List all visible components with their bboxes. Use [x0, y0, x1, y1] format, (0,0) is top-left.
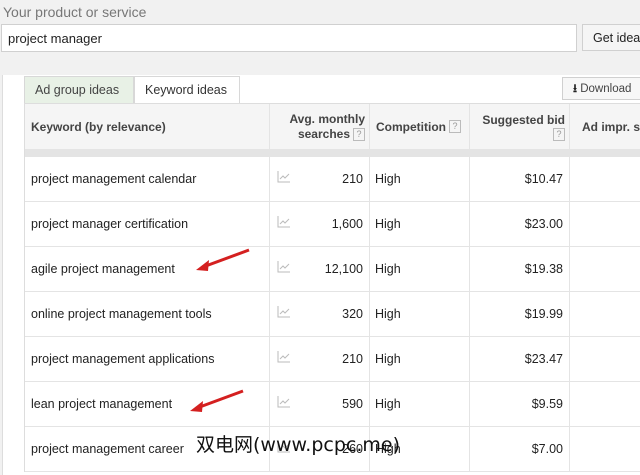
bid-cell: $7.00: [531, 442, 563, 456]
keyword-cell[interactable]: lean project management: [31, 382, 172, 426]
trend-chart-icon[interactable]: [277, 247, 291, 291]
keyword-cell[interactable]: agile project management: [31, 247, 175, 291]
keyword-cell[interactable]: project management career: [31, 427, 184, 471]
download-icon: ⭳: [573, 83, 578, 95]
competition-cell: High: [375, 307, 401, 321]
searches-cell: 590: [342, 397, 363, 411]
trend-chart-icon[interactable]: [277, 157, 291, 201]
get-ideas-button[interactable]: Get ideas: [582, 24, 640, 51]
col-bid[interactable]: Suggested bid?: [475, 104, 565, 149]
bid-cell: $10.47: [524, 172, 563, 186]
competition-cell: High: [375, 397, 401, 411]
competition-cell: High: [375, 352, 401, 366]
col-searches[interactable]: Avg. monthly searches?: [285, 104, 365, 149]
header-divider: [25, 149, 640, 157]
table-header: Keyword (by relevance) Avg. monthly searc…: [25, 103, 640, 149]
tab-keyword-ideas[interactable]: Keyword ideas: [134, 76, 240, 104]
col-competition[interactable]: Competition?: [376, 104, 461, 149]
col-searches-label2: searches: [297, 126, 350, 141]
table-row[interactable]: project management applications 210 High…: [25, 337, 640, 382]
table-row[interactable]: project manager certification 1,600 High…: [25, 202, 640, 247]
bid-cell: $9.59: [531, 397, 563, 411]
product-input[interactable]: [1, 24, 577, 52]
table-row[interactable]: project management calendar 210 High $10…: [25, 157, 640, 202]
tab-ad-group-ideas[interactable]: Ad group ideas: [24, 76, 134, 104]
keyword-cell[interactable]: project manager certification: [31, 202, 188, 246]
download-button[interactable]: ⭳ Download: [562, 77, 640, 100]
competition-cell: High: [375, 217, 401, 231]
searches-cell: 12,100: [324, 262, 363, 276]
table-row[interactable]: agile project management 12,100 High $19…: [25, 247, 640, 292]
keyword-cell[interactable]: online project management tools: [31, 292, 212, 336]
trend-chart-icon[interactable]: [277, 337, 291, 381]
search-label: Your product or service: [3, 4, 147, 20]
bid-cell: $23.00: [524, 217, 563, 231]
bid-cell: $23.47: [524, 352, 563, 366]
col-bid-label: Suggested bid: [482, 112, 565, 127]
trend-chart-icon[interactable]: [277, 292, 291, 336]
bid-cell: $19.38: [524, 262, 563, 276]
col-keyword[interactable]: Keyword (by relevance): [31, 104, 166, 149]
col-competition-label: Competition: [376, 119, 446, 134]
help-icon[interactable]: ?: [449, 120, 461, 133]
table-row[interactable]: lean project management 590 High $9.59: [25, 382, 640, 427]
help-icon[interactable]: ?: [553, 127, 565, 141]
col-searches-label: Avg. monthly: [289, 111, 365, 126]
keyword-table: Keyword (by relevance) Avg. monthly searc…: [24, 103, 640, 472]
help-icon[interactable]: ?: [353, 127, 365, 141]
searches-cell: 210: [342, 352, 363, 366]
searches-cell: 210: [342, 172, 363, 186]
keyword-cell[interactable]: project management applications: [31, 337, 214, 381]
red-arrow-annotation: [190, 389, 244, 412]
col-ad-impr[interactable]: Ad impr. sh: [582, 104, 640, 149]
keyword-cell[interactable]: project management calendar: [31, 157, 196, 201]
trend-chart-icon[interactable]: [277, 382, 291, 426]
table-row[interactable]: online project management tools 320 High…: [25, 292, 640, 337]
bid-cell: $19.99: [524, 307, 563, 321]
red-arrow-annotation: [196, 248, 250, 271]
download-label: Download: [580, 83, 632, 95]
trend-chart-icon[interactable]: [277, 202, 291, 246]
searches-cell: 1,600: [331, 217, 363, 231]
competition-cell: High: [375, 262, 401, 276]
watermark: 双电网(www.pcpc.me): [196, 434, 400, 456]
competition-cell: High: [375, 172, 401, 186]
searches-cell: 320: [342, 307, 363, 321]
